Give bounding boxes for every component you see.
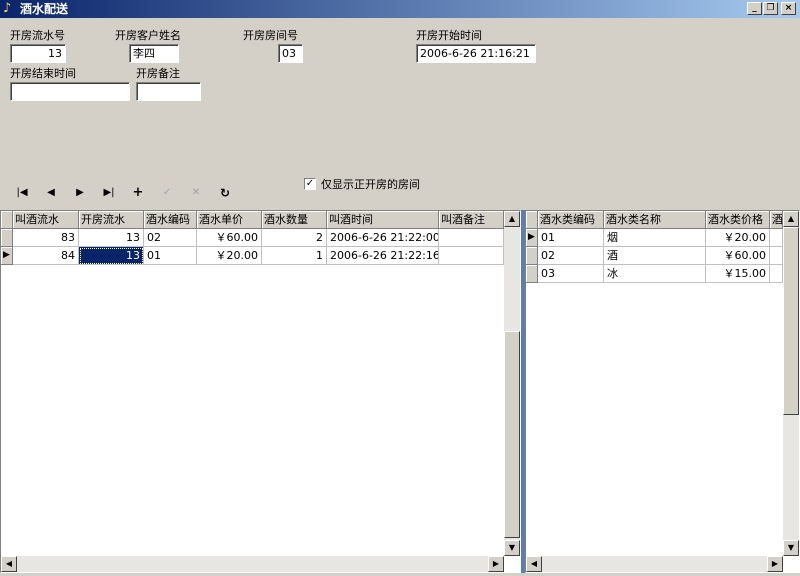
row-indicator[interactable] [526,247,538,265]
orders-horizontal-scrollbar[interactable]: ◀ ▶ [1,556,504,572]
table-cell[interactable]: 03 [538,265,604,283]
table-cell[interactable]: 02 [144,229,197,247]
table-cell[interactable]: 01 [144,247,197,265]
orders-vertical-scrollbar[interactable]: ▲ ▼ [504,211,520,556]
table-cell[interactable]: 84 [13,247,79,265]
orders-col-header[interactable]: 叫酒备注 [439,211,504,229]
open-serial-field[interactable]: 13 [10,44,66,63]
drinks-horizontal-scrollbar[interactable]: ◀ ▶ [526,556,783,572]
table-cell[interactable]: ￥20.00 [706,229,770,247]
show-open-rooms-label: 仅显示正开房的房间 [321,178,420,191]
remark-label: 开房备注 [136,67,180,80]
drinks-vertical-scrollbar[interactable]: ▲ ▼ [783,211,799,556]
title-bar: ♪ 酒水配送 _ ❐ × [0,0,800,18]
selected-table-cell[interactable]: 13 [79,247,144,265]
scroll-down-button[interactable]: ▼ [783,540,799,556]
scroll-left-button[interactable]: ◀ [526,556,542,572]
orders-col-header[interactable]: 叫酒流水 [13,211,79,229]
drinks-col-header[interactable]: 酒水类编码 [538,211,604,229]
drinks-col-header[interactable]: 酒水类名称 [604,211,706,229]
table-cell[interactable]: 酒 [604,247,706,265]
drinks-grid[interactable]: 酒水类编码 酒水类名称 酒水类价格 酒 ▶ 01 烟 ￥20.00 02 酒 ￥… [525,210,800,573]
table-cell[interactable] [439,229,504,247]
refresh-button[interactable]: ↻ [214,184,236,202]
drinks-col-header[interactable]: 酒水类价格 [706,211,770,229]
insert-record-button[interactable]: + [127,184,149,202]
table-cell[interactable] [770,265,783,283]
next-record-button[interactable]: ▶ [69,184,91,202]
current-row-indicator[interactable]: ▶ [526,229,538,247]
first-record-button[interactable]: |◀ [11,184,33,202]
table-cell[interactable]: 13 [79,229,144,247]
music-note-icon: ♪ [3,1,12,16]
start-time-field[interactable]: 2006-6-26 21:16:21 [416,44,536,63]
end-time-field[interactable] [10,82,130,101]
window-title: 酒水配送 [20,2,69,16]
show-open-rooms-checkbox[interactable]: ✓ [304,178,316,190]
table-cell[interactable]: 2 [262,229,327,247]
scroll-left-button[interactable]: ◀ [1,556,17,572]
room-no-label: 开房房间号 [243,29,298,42]
last-record-button[interactable]: ▶| [98,184,120,202]
orders-col-header[interactable]: 酒水数量 [262,211,327,229]
table-cell[interactable]: 2006-6-26 21:22:00 [327,229,439,247]
table-cell[interactable] [770,229,783,247]
scroll-right-button[interactable]: ▶ [488,556,504,572]
close-button[interactable]: × [781,2,796,15]
scroll-thumb[interactable] [504,331,520,538]
scroll-up-button[interactable]: ▲ [783,211,799,227]
customer-name-field[interactable]: 李四 [129,44,179,63]
drinks-col-header[interactable]: 酒 [770,211,783,229]
drinks-header-indicator [526,211,538,229]
scroll-down-button[interactable]: ▼ [504,540,520,556]
customer-name-label: 开房客户姓名 [115,29,181,42]
orders-grid[interactable]: 叫酒流水 开房流水 酒水编码 酒水单价 酒水数量 叫酒时间 叫酒备注 83 13… [0,210,521,573]
end-time-label: 开房结束时间 [10,67,76,80]
table-cell[interactable]: ￥15.00 [706,265,770,283]
table-cell[interactable]: 02 [538,247,604,265]
post-edit-button[interactable]: ✓ [156,184,178,202]
scroll-thumb[interactable] [783,227,799,415]
room-no-field[interactable]: 03 [278,44,303,63]
orders-col-header[interactable]: 叫酒时间 [327,211,439,229]
orders-header-indicator [1,211,13,229]
row-indicator[interactable] [526,265,538,283]
table-cell[interactable]: 01 [538,229,604,247]
table-cell[interactable]: ￥20.00 [197,247,262,265]
restore-button[interactable]: ❐ [763,2,778,15]
open-serial-label: 开房流水号 [10,29,65,42]
minimize-button[interactable]: _ [747,2,762,15]
orders-col-header[interactable]: 酒水单价 [197,211,262,229]
table-cell[interactable]: 冰 [604,265,706,283]
table-cell[interactable] [439,247,504,265]
table-cell[interactable]: ￥60.00 [706,247,770,265]
table-cell[interactable]: 1 [262,247,327,265]
orders-col-header[interactable]: 开房流水 [79,211,144,229]
table-cell[interactable]: 2006-6-26 21:22:16 [327,247,439,265]
cancel-edit-button[interactable]: ✕ [185,184,207,202]
scroll-up-button[interactable]: ▲ [504,211,520,227]
table-cell[interactable]: 烟 [604,229,706,247]
orders-col-header[interactable]: 酒水编码 [144,211,197,229]
table-cell[interactable]: 83 [13,229,79,247]
row-indicator[interactable] [1,229,13,247]
scroll-right-button[interactable]: ▶ [767,556,783,572]
table-cell[interactable]: ￥60.00 [197,229,262,247]
start-time-label: 开房开始时间 [416,29,482,42]
table-cell[interactable] [770,247,783,265]
remark-field[interactable] [136,82,201,101]
current-row-indicator[interactable]: ▶ [1,247,13,265]
prior-record-button[interactable]: ◀ [40,184,62,202]
